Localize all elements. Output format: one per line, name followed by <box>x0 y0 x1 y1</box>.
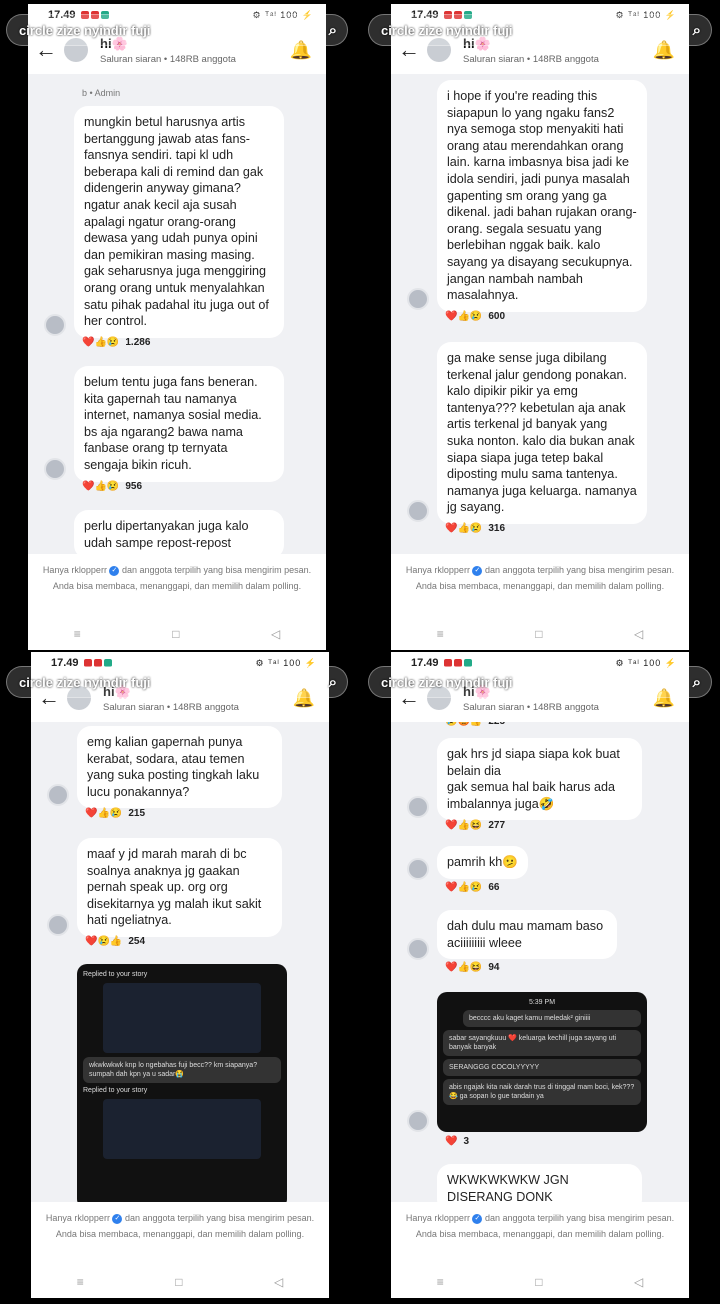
search-icon: ⌕ <box>692 21 701 39</box>
sender-avatar[interactable] <box>407 1110 429 1132</box>
channel-notice: Hanya rklopperr ✓ dan anggota terpilih y… <box>31 1202 329 1266</box>
search-icon: ⌕ <box>328 21 337 39</box>
reaction-row[interactable]: ❤️👍😢 316 <box>445 523 505 534</box>
chat-panel-1: 17.49 ⚙ ᵀᵃˡ 100 ⚡ ← hi🌸 Saluran siaran •… <box>28 4 326 650</box>
message-list[interactable]: emg kalian gapernah punya kerabat, sodar… <box>31 722 329 1202</box>
admin-label: b • Admin <box>82 88 121 98</box>
message-bubble[interactable]: gak hrs jd siapa siapa kok buat belain d… <box>437 738 642 821</box>
reaction-row[interactable]: ❤️👍😆 94 <box>445 962 499 973</box>
message-list[interactable]: 😢😡👍225 gak hrs jd siapa siapa kok buat b… <box>391 722 689 1202</box>
sender-avatar[interactable] <box>407 938 429 960</box>
story-reply-screenshot[interactable]: Replied to your story wkwkwkwk knp lo ng… <box>77 964 287 1202</box>
sender-avatar[interactable] <box>407 288 429 310</box>
back-nav-icon[interactable]: ◁ <box>274 1275 283 1289</box>
reaction-row[interactable]: ❤️👍😢 66 <box>445 882 499 893</box>
home-icon[interactable]: □ <box>535 627 542 641</box>
story-thumbnail <box>103 1099 261 1159</box>
message-bubble[interactable]: pamrih kh🫤 <box>437 846 528 879</box>
chat-panel-2: 17.49 ⚙ ᵀᵃˡ 100 ⚡ ← hi🌸 Saluran siaran •… <box>391 4 689 650</box>
channel-notice: Hanya rklopperr ✓ dan anggota terpilih y… <box>391 554 689 618</box>
home-icon[interactable]: □ <box>175 1275 182 1289</box>
reaction-row[interactable]: ❤️👍😢 1.286 <box>82 337 150 348</box>
system-navbar: ≡ □ ◁ <box>28 618 326 650</box>
message-list[interactable]: i hope if you're reading this siapapun l… <box>391 74 689 554</box>
channel-notice: Hanya rklopperr ✓ dan anggota terpilih y… <box>391 1202 689 1266</box>
reaction-row[interactable]: ❤️👍😢 956 <box>82 481 142 492</box>
back-nav-icon[interactable]: ◁ <box>634 627 643 641</box>
verified-badge-icon: ✓ <box>109 565 120 576</box>
system-navbar: ≡ □ ◁ <box>31 1266 329 1298</box>
sender-avatar[interactable] <box>44 314 66 336</box>
home-icon[interactable]: □ <box>535 1275 542 1289</box>
reaction-row[interactable]: ❤️👍😆 277 <box>445 820 505 831</box>
reaction-row[interactable]: ❤️👍😢 215 <box>85 808 145 819</box>
message-list[interactable]: b • Admin mungkin betul harusnya artis b… <box>28 74 326 554</box>
recent-apps-icon[interactable]: ≡ <box>437 1275 444 1289</box>
verified-badge-icon: ✓ <box>472 565 483 576</box>
channel-subtitle: Saluran siaran • 148RB anggota <box>103 701 239 713</box>
recent-apps-icon[interactable]: ≡ <box>77 1275 84 1289</box>
channel-subtitle: Saluran siaran • 148RB anggota <box>463 53 599 65</box>
story-thumbnail <box>103 983 261 1053</box>
overlay-caption: circle zize nyindir fuji ⌕ <box>368 14 712 46</box>
system-navbar: ≡ □ ◁ <box>391 1266 689 1298</box>
sender-avatar[interactable] <box>44 458 66 480</box>
chat-panel-3: 17.49 ⚙ ᵀᵃˡ 100 ⚡ ← hi🌸 Saluran siaran •… <box>31 652 329 1298</box>
verified-badge-icon: ✓ <box>472 1213 483 1224</box>
recent-apps-icon[interactable]: ≡ <box>74 627 81 641</box>
chat-screenshot[interactable]: 5:39 PM becccc aku kaget kamu meledak² g… <box>437 992 647 1132</box>
channel-notice: Hanya rklopperr ✓ dan anggota terpilih y… <box>28 554 326 618</box>
search-icon: ⌕ <box>328 673 337 691</box>
system-navbar: ≡ □ ◁ <box>391 618 689 650</box>
reaction-row[interactable]: 😢😡👍225 <box>445 722 505 727</box>
back-nav-icon[interactable]: ◁ <box>271 627 280 641</box>
sender-avatar[interactable] <box>47 784 69 806</box>
message-bubble[interactable]: perlu dipertanyakan juga kalo udah sampe… <box>74 510 284 554</box>
message-bubble[interactable]: belum tentu juga fans beneran. kita gape… <box>74 366 284 482</box>
overlay-caption: circle zize nyindir fuji ⌕ <box>6 666 348 698</box>
sender-avatar[interactable] <box>407 796 429 818</box>
reaction-row[interactable]: ❤️😢👍 254 <box>85 936 145 947</box>
message-bubble[interactable]: emg kalian gapernah punya kerabat, sodar… <box>77 726 282 809</box>
reaction-row[interactable]: ❤️👍😢 600 <box>445 311 505 322</box>
recent-apps-icon[interactable]: ≡ <box>437 627 444 641</box>
message-bubble[interactable]: mungkin betul harusnya artis bertanggung… <box>74 106 284 338</box>
screenshot-grid: 17.49 ⚙ ᵀᵃˡ 100 ⚡ ← hi🌸 Saluran siaran •… <box>0 0 720 1304</box>
verified-badge-icon: ✓ <box>112 1213 123 1224</box>
overlay-caption: circle zize nyindir fuji ⌕ <box>368 666 712 698</box>
back-nav-icon[interactable]: ◁ <box>634 1275 643 1289</box>
overlay-caption: circle zize nyindir fuji ⌕ <box>6 14 348 46</box>
message-bubble[interactable]: dah dulu mau mamam baso aciiiiiiiii wlee… <box>437 910 617 960</box>
channel-subtitle: Saluran siaran • 148RB anggota <box>100 53 236 65</box>
sender-avatar[interactable] <box>47 914 69 936</box>
message-bubble[interactable]: maaf y jd marah marah di bc soalnya anak… <box>77 838 282 937</box>
message-bubble[interactable]: ga make sense juga dibilang terkenal jal… <box>437 342 647 524</box>
reaction-row[interactable]: ❤️ 3 <box>445 1136 469 1147</box>
search-icon: ⌕ <box>692 673 701 691</box>
sender-avatar[interactable] <box>407 858 429 880</box>
home-icon[interactable]: □ <box>172 627 179 641</box>
sender-avatar[interactable] <box>407 500 429 522</box>
chat-panel-4: 17.49 ⚙ ᵀᵃˡ 100 ⚡ ← hi🌸 Saluran siaran •… <box>391 652 689 1298</box>
message-bubble[interactable]: WKWKWKWKW JGN DISERANG DONK <box>437 1164 642 1202</box>
channel-subtitle: Saluran siaran • 148RB anggota <box>463 701 599 713</box>
message-bubble[interactable]: i hope if you're reading this siapapun l… <box>437 80 647 312</box>
